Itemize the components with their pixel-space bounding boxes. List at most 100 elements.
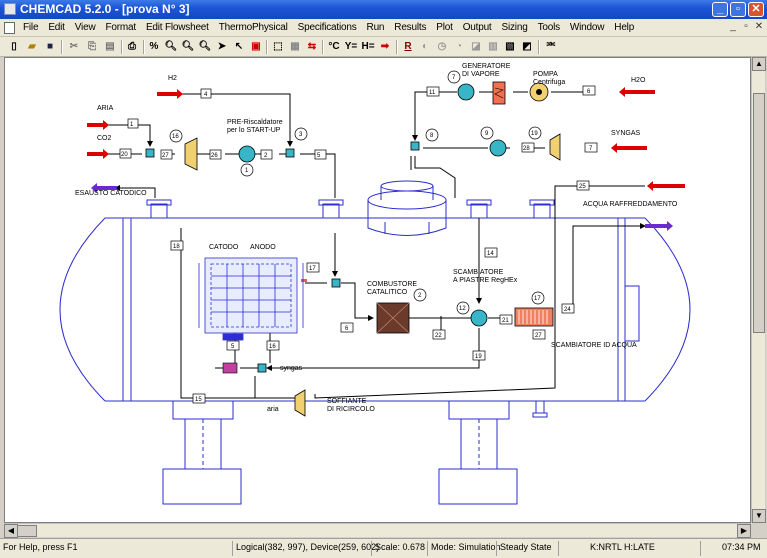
- status-help: For Help, press F1: [3, 542, 78, 552]
- scroll-down-icon[interactable]: ▼: [752, 509, 766, 523]
- grid-icon[interactable]: ▦: [287, 39, 303, 54]
- svg-text:24: 24: [564, 307, 571, 313]
- minimize-button[interactable]: _: [712, 2, 728, 17]
- label-scambiatore-acqua: SCAMBIATORE ID ACQUA: [551, 342, 637, 349]
- menu-output[interactable]: Output: [458, 19, 497, 37]
- chart-icon[interactable]: ▧: [502, 39, 518, 54]
- degree-c-icon[interactable]: °C: [326, 39, 342, 54]
- copy-icon[interactable]: ⎘: [84, 39, 100, 54]
- zoom-fit-icon[interactable]: 🔍︎: [197, 39, 213, 54]
- mdi-restore-button[interactable]: ▫: [741, 21, 751, 32]
- label-soffiante-2: DI RICIRCOLO: [327, 406, 375, 413]
- toolbar-separator: [538, 40, 540, 54]
- label-combustore-1: COMBUSTORE: [367, 281, 417, 288]
- horizontal-scrollbar[interactable]: ◀ ▶: [4, 523, 751, 538]
- svg-text:15: 15: [195, 397, 202, 403]
- flowsheet-icon[interactable]: ⎃: [543, 39, 559, 54]
- app-icon: [4, 3, 16, 15]
- toolbar-separator: [266, 40, 268, 54]
- menu-window[interactable]: Window: [565, 19, 609, 37]
- recycle-icon[interactable]: ◷: [434, 39, 450, 54]
- label-aria: ARIA: [97, 105, 114, 112]
- status-state: Steady State: [500, 542, 552, 552]
- menu-bar: File Edit View Format Edit Flowsheet The…: [0, 19, 767, 37]
- steam-generator: [492, 81, 506, 105]
- menu-run[interactable]: Run: [362, 19, 390, 37]
- menu-specifications[interactable]: Specifications: [293, 19, 362, 37]
- status-separator: [496, 541, 497, 556]
- results-icon[interactable]: ◔: [451, 39, 467, 54]
- svg-text:26: 26: [211, 153, 218, 159]
- save-disk-icon[interactable]: ■: [42, 39, 58, 54]
- status-separator: [232, 541, 233, 556]
- label-h2: H2: [168, 75, 177, 82]
- menu-file[interactable]: File: [18, 19, 43, 37]
- scroll-left-icon[interactable]: ◀: [4, 524, 18, 538]
- svg-text:27: 27: [162, 153, 169, 159]
- menu-thermophysical[interactable]: ThermoPhysical: [214, 19, 293, 37]
- zoom-out-icon[interactable]: 🔍︎: [180, 39, 196, 54]
- svg-text:12: 12: [459, 306, 466, 312]
- close-button[interactable]: ✕: [748, 2, 764, 17]
- y-equals-icon[interactable]: Y=: [343, 39, 359, 54]
- graph-icon[interactable]: ◩: [519, 39, 535, 54]
- arrow-right-icon[interactable]: ➡: [377, 39, 393, 54]
- zoom-in-icon[interactable]: 🔍︎: [163, 39, 179, 54]
- label-co2: CO2: [97, 135, 112, 142]
- scroll-right-icon[interactable]: ▶: [737, 524, 751, 538]
- report-button[interactable]: R: [400, 39, 416, 54]
- label-acqua-raff: ACQUA RAFFREDDAMENTO: [583, 201, 678, 208]
- label-pre-2: per lo START-UP: [227, 127, 281, 134]
- zoom-percent-button[interactable]: %: [146, 39, 162, 54]
- menu-edit-flowsheet[interactable]: Edit Flowsheet: [141, 19, 214, 37]
- toolbar-separator: [61, 40, 63, 54]
- cut-icon[interactable]: ✂: [66, 39, 82, 54]
- mdi-close-button[interactable]: ✕: [754, 21, 764, 32]
- svg-text:14: 14: [487, 251, 494, 257]
- status-time: 07:34 PM: [722, 542, 761, 552]
- status-thermo: K:NRTL H:LATE: [590, 542, 655, 552]
- flowsheet-canvas[interactable]: 1 20 27 4 26 2 5 11 6 7 28 25 18 14 17 6…: [4, 57, 751, 523]
- vertical-scrollbar[interactable]: ▲ ▼: [751, 57, 766, 523]
- pointer-icon[interactable]: ➤: [214, 39, 230, 54]
- vertical-scroll-thumb[interactable]: [753, 93, 765, 333]
- document-icon[interactable]: [4, 22, 15, 34]
- restore-button[interactable]: ▫: [730, 2, 746, 17]
- print-icon[interactable]: ⎙: [124, 39, 140, 54]
- open-folder-icon[interactable]: ▰: [24, 39, 40, 54]
- h-equals-icon[interactable]: H=: [360, 39, 376, 54]
- label-syngas-small: syngas: [280, 365, 303, 372]
- stream-icon[interactable]: ⇆: [304, 39, 320, 54]
- menu-tools[interactable]: Tools: [533, 19, 565, 37]
- toolbar-separator: [143, 40, 145, 54]
- scroll-up-icon[interactable]: ▲: [752, 57, 766, 71]
- svg-text:21: 21: [502, 318, 509, 324]
- rectangle-select-icon[interactable]: ⬚: [270, 39, 286, 54]
- menu-sizing[interactable]: Sizing: [497, 19, 533, 37]
- new-file-icon[interactable]: ▯: [6, 39, 22, 54]
- unit-op-icon[interactable]: ▣: [248, 39, 264, 54]
- plot-icon[interactable]: ◪: [468, 39, 484, 54]
- menu-view[interactable]: View: [70, 19, 101, 37]
- mdi-minimize-button[interactable]: _: [728, 21, 738, 32]
- label-pompa-2: Centrifuga: [533, 79, 565, 86]
- select-pointer-icon[interactable]: ↖: [231, 39, 247, 54]
- menu-edit[interactable]: Edit: [43, 19, 69, 37]
- menu-format[interactable]: Format: [100, 19, 140, 37]
- svg-text:17: 17: [534, 296, 541, 302]
- menu-plot[interactable]: Plot: [431, 19, 457, 37]
- menu-help[interactable]: Help: [609, 19, 639, 37]
- label-esausto: ESAUSTO CATODICO: [75, 190, 147, 197]
- run-icon[interactable]: ◐: [417, 39, 433, 54]
- feed-arrows: [87, 87, 685, 282]
- menu-results[interactable]: Results: [389, 19, 431, 37]
- status-coordinates: Logical(382, 997), Device(259, 602): [236, 542, 380, 552]
- status-separator: [371, 541, 372, 556]
- toolbar-separator: [322, 40, 324, 54]
- table-icon[interactable]: ▥: [485, 39, 501, 54]
- status-separator: [427, 541, 428, 556]
- svg-text:19: 19: [475, 354, 482, 360]
- status-bar: For Help, press F1 Logical(382, 997), De…: [0, 538, 767, 558]
- paste-icon[interactable]: ▤: [102, 39, 118, 54]
- horizontal-scroll-thumb[interactable]: [17, 525, 37, 537]
